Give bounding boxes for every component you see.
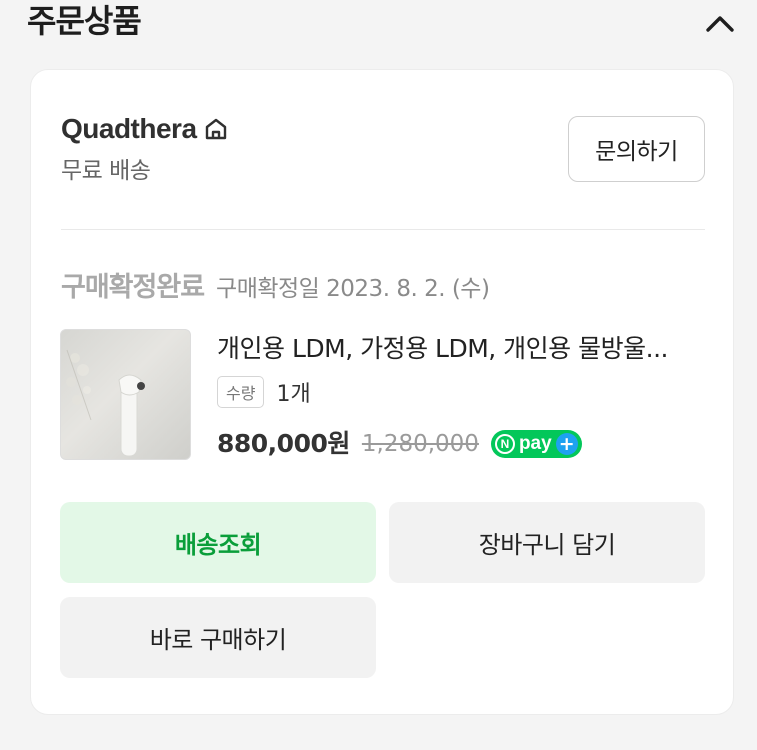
- shipping-info: 무료 배송: [61, 158, 151, 184]
- seller-name-row[interactable]: Quadthera: [61, 112, 229, 146]
- quantity-row: 수량 1개: [217, 376, 311, 408]
- npay-n-icon: N: [494, 434, 515, 454]
- status-date: 구매확정일 2023. 8. 2. (수): [216, 276, 490, 302]
- track-shipment-button[interactable]: 배송조회: [60, 502, 376, 583]
- add-to-cart-button[interactable]: 장바구니 담기: [389, 502, 705, 583]
- order-products-header: 주문상품: [0, 0, 757, 46]
- npay-badge: N pay +: [490, 430, 582, 458]
- seller-name[interactable]: Quadthera: [61, 112, 197, 146]
- section-title: 주문상품: [27, 2, 142, 40]
- product-name[interactable]: 개인용 LDM, 가정용 LDM, 개인용 물방울...: [217, 332, 707, 366]
- divider: [61, 229, 705, 230]
- home-icon: [205, 118, 226, 140]
- quantity-badge: 수량: [217, 376, 265, 408]
- plus-icon: +: [555, 433, 578, 455]
- npay-label: pay: [518, 433, 552, 454]
- collapse-button[interactable]: [700, 6, 740, 38]
- product-image: [66, 349, 145, 457]
- product-thumbnail[interactable]: [60, 329, 191, 460]
- chevron-up-icon: [706, 16, 734, 32]
- status-label: 구매확정완료: [61, 272, 205, 303]
- buy-now-button[interactable]: 바로 구매하기: [60, 597, 376, 678]
- price-row: 880,000원 1,280,000 N pay +: [217, 424, 582, 464]
- original-price: 1,280,000: [361, 431, 479, 457]
- sale-price: 880,000원: [217, 429, 350, 458]
- order-card: Quadthera 무료 배송 문의하기 구매확정완료 구매확정일 2023. …: [30, 69, 734, 715]
- order-status-row: 구매확정완료 구매확정일 2023. 8. 2. (수): [61, 270, 490, 307]
- inquiry-button[interactable]: 문의하기: [568, 116, 705, 182]
- quantity-value: 1개: [276, 382, 311, 407]
